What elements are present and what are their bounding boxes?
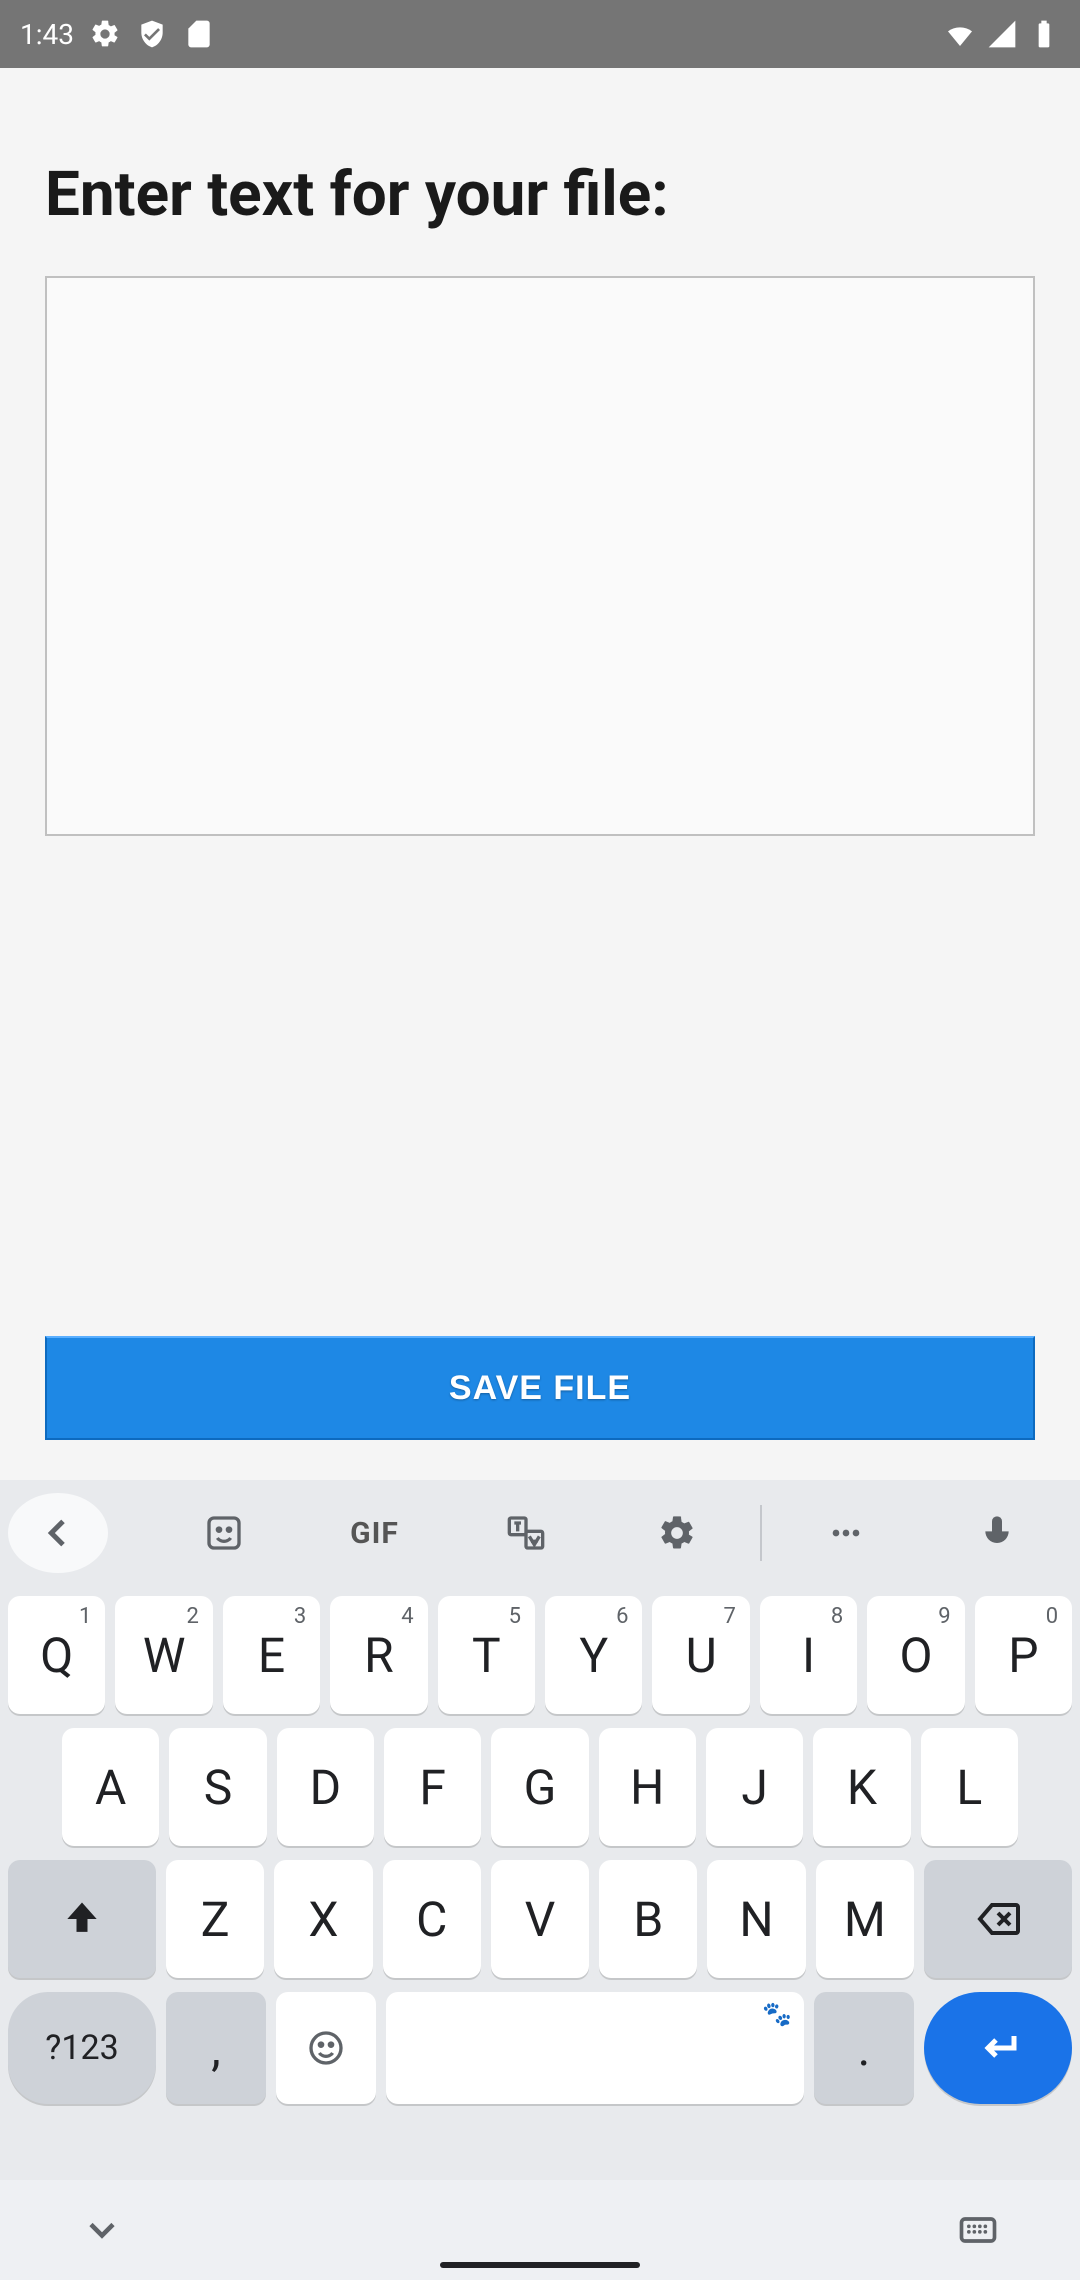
system-nav-bar (0, 2180, 1080, 2280)
comma-key[interactable]: , (166, 1992, 266, 2104)
key-e[interactable]: E3 (223, 1596, 320, 1714)
gesture-handle[interactable] (440, 2262, 640, 2268)
app-content: Enter text for your file: SAVE FILE (0, 68, 1080, 1480)
symbols-key[interactable]: ?123 (8, 1992, 156, 2104)
key-w[interactable]: W2 (115, 1596, 212, 1714)
gear-icon (89, 18, 121, 50)
key-o[interactable]: O9 (867, 1596, 964, 1714)
collapse-keyboard-icon[interactable] (80, 2208, 124, 2252)
key-y[interactable]: Y6 (545, 1596, 642, 1714)
key-b[interactable]: B (599, 1860, 697, 1978)
period-key[interactable]: . (814, 1992, 914, 2104)
key-u[interactable]: U7 (652, 1596, 749, 1714)
key-i[interactable]: I8 (760, 1596, 857, 1714)
key-z[interactable]: Z (166, 1860, 264, 1978)
emoji-key[interactable] (276, 1992, 376, 2104)
key-q[interactable]: Q1 (8, 1596, 105, 1714)
mic-icon[interactable] (921, 1493, 1072, 1573)
more-icon[interactable] (770, 1493, 921, 1573)
shield-icon (136, 18, 168, 50)
status-time: 1:43 (20, 18, 74, 51)
wifi-icon (944, 18, 976, 50)
settings-icon[interactable] (601, 1493, 752, 1573)
save-file-button[interactable]: SAVE FILE (45, 1336, 1035, 1440)
key-h[interactable]: H (599, 1728, 696, 1846)
paw-icon: 🐾 (762, 2000, 792, 2028)
key-c[interactable]: C (383, 1860, 481, 1978)
signal-icon (986, 18, 1018, 50)
switch-keyboard-icon[interactable] (956, 2208, 1000, 2252)
status-bar: 1:43 (0, 0, 1080, 68)
battery-icon (1028, 18, 1060, 50)
space-key[interactable]: 🐾 (386, 1992, 804, 2104)
sdcard-icon (183, 18, 215, 50)
shift-key[interactable] (8, 1860, 156, 1978)
key-m[interactable]: M (816, 1860, 914, 1978)
key-g[interactable]: G (491, 1728, 588, 1846)
kb-back-icon[interactable] (8, 1493, 108, 1573)
key-s[interactable]: S (169, 1728, 266, 1846)
key-k[interactable]: K (813, 1728, 910, 1846)
enter-key[interactable] (924, 1992, 1072, 2104)
sticker-icon[interactable] (148, 1493, 299, 1573)
key-x[interactable]: X (274, 1860, 372, 1978)
separator (760, 1505, 762, 1561)
file-text-input[interactable] (45, 276, 1035, 836)
key-a[interactable]: A (62, 1728, 159, 1846)
key-t[interactable]: T5 (438, 1596, 535, 1714)
key-l[interactable]: L (921, 1728, 1018, 1846)
soft-keyboard: GIF Q1W2E3R4T5Y6U7I8O9P0 ASDFGHJKL ZXCVB… (0, 1480, 1080, 2280)
key-v[interactable]: V (491, 1860, 589, 1978)
key-j[interactable]: J (706, 1728, 803, 1846)
translate-icon[interactable] (450, 1493, 601, 1573)
gif-button[interactable]: GIF (299, 1493, 450, 1573)
key-r[interactable]: R4 (330, 1596, 427, 1714)
key-f[interactable]: F (384, 1728, 481, 1846)
key-p[interactable]: P0 (975, 1596, 1072, 1714)
backspace-key[interactable] (924, 1860, 1072, 1978)
page-title: Enter text for your file: (45, 158, 1035, 231)
key-d[interactable]: D (277, 1728, 374, 1846)
key-n[interactable]: N (707, 1860, 805, 1978)
